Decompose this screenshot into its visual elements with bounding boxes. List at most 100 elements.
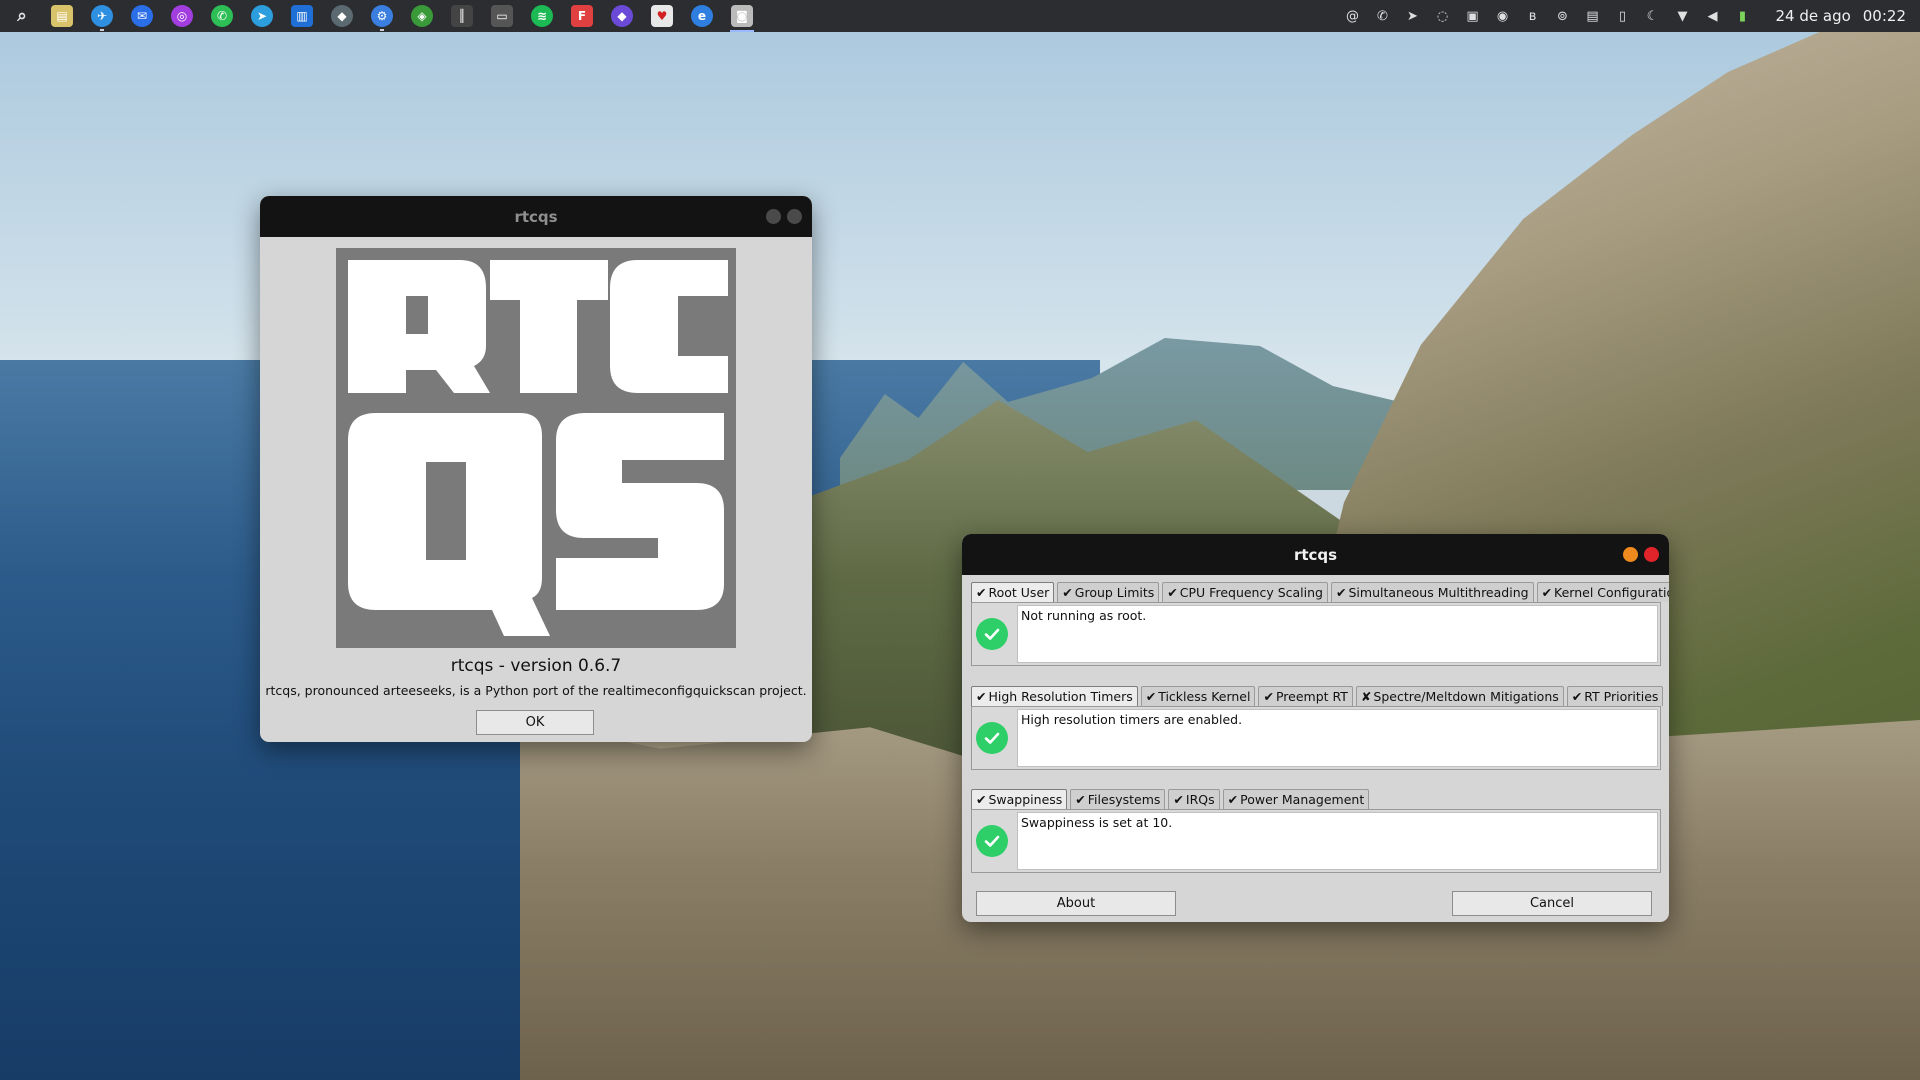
browser-icon: ✈ bbox=[91, 5, 113, 27]
rtcqs-icon: ◙ bbox=[731, 5, 753, 27]
about-button[interactable]: About bbox=[976, 891, 1176, 916]
tab-label: Group Limits bbox=[1074, 585, 1155, 600]
minimize-button[interactable] bbox=[1623, 547, 1638, 562]
wifi-icon[interactable]: ▼ bbox=[1672, 5, 1694, 27]
podcast-icon: ◎ bbox=[171, 5, 193, 27]
clock-date[interactable]: 24 de ago bbox=[1776, 7, 1851, 25]
launcher-gamepad[interactable]: ▭ bbox=[486, 0, 518, 32]
check-message: Not running as root. bbox=[1017, 605, 1658, 663]
launcher-cards[interactable]: ♥ bbox=[646, 0, 678, 32]
edge-icon: e bbox=[691, 5, 713, 27]
tab-group-limits[interactable]: ✔ Group Limits bbox=[1057, 582, 1160, 602]
telegram-icon[interactable]: ➤ bbox=[1402, 5, 1424, 27]
launcher-spotify[interactable]: ≋ bbox=[526, 0, 558, 32]
tab-label: CPU Frequency Scaling bbox=[1179, 585, 1323, 600]
check-tabs: ✔ Swappiness ✔ Filesystems ✔ IRQs ✔ Power Manag… bbox=[971, 789, 1661, 809]
check-mark-icon: ✔ bbox=[1173, 792, 1184, 807]
tab-rt-priorities[interactable]: ✔ RT Priorities bbox=[1566, 686, 1664, 706]
check-group: ✔ Swappiness ✔ Filesystems ✔ IRQs ✔ Power Manag… bbox=[971, 789, 1661, 873]
launcher-brave[interactable]: ◈ bbox=[406, 0, 438, 32]
tab-kernel-configuration[interactable]: ✔Kernel Configuration bbox=[1536, 582, 1669, 602]
tab-high-resolution-timers[interactable]: ✔ High Resolution Timers bbox=[971, 686, 1138, 706]
launcher-search[interactable]: ⌕ bbox=[6, 0, 38, 32]
launcher-trello[interactable]: ▥ bbox=[286, 0, 318, 32]
bluetooth-icon[interactable]: ʙ bbox=[1522, 5, 1544, 27]
cancel-button[interactable]: Cancel bbox=[1452, 891, 1652, 916]
check-tabs: ✔ Root User ✔ Group Limits ✔ CPU Frequency Sc… bbox=[971, 582, 1669, 602]
check-mark-icon: ✔ bbox=[1227, 792, 1239, 807]
system-tray: @ ✆ ➤ ◌ ▣ ◉ ʙ ⊚ ▤ ▯ ☾ ▼ ◀ ▮ 24 de ago 00:22 bbox=[1334, 0, 1920, 32]
ardour-icon: ║ bbox=[451, 5, 473, 27]
check-mark-icon: ✔ bbox=[976, 689, 987, 704]
tab-spectre-meltdown-mitigations[interactable]: ✘ Spectre/Meltdown Mitigations bbox=[1355, 686, 1564, 706]
battery-icon[interactable]: ▮ bbox=[1732, 5, 1754, 27]
tab-label: Preempt RT bbox=[1275, 689, 1348, 704]
launcher-rtcqs[interactable]: ◙ bbox=[726, 0, 758, 32]
trello-icon: ▥ bbox=[291, 5, 313, 27]
night-light-icon[interactable]: ☾ bbox=[1642, 5, 1664, 27]
tab-simultaneous-multithreading[interactable]: ✔ Simultaneous Multithreading bbox=[1331, 582, 1534, 602]
tab-label: Power Management bbox=[1240, 792, 1365, 807]
close-button[interactable] bbox=[1644, 547, 1659, 562]
launcher-files[interactable]: ▤ bbox=[46, 0, 78, 32]
vpn-icon[interactable]: ⊚ bbox=[1552, 5, 1574, 27]
tray-icons: @ ✆ ➤ ◌ ▣ ◉ ʙ ⊚ ▤ ▯ ☾ ▼ ◀ ▮ bbox=[1334, 5, 1754, 27]
launcher-inkscape[interactable]: ◆ bbox=[326, 0, 358, 32]
check-message: Swappiness is set at 10. bbox=[1017, 812, 1658, 870]
about-window-title: rtcqs bbox=[514, 207, 558, 226]
check-group: ✔ High Resolution Timers ✔ Tickless Kernel ✔… bbox=[971, 686, 1664, 770]
rtcqs-logo bbox=[336, 248, 736, 648]
cross-mark-icon: ✘ bbox=[1360, 689, 1372, 704]
launcher-steam[interactable]: ⚙ bbox=[366, 0, 398, 32]
launcher-whatsapp[interactable]: ✆ bbox=[206, 0, 238, 32]
tab-label: Simultaneous Multithreading bbox=[1348, 585, 1529, 600]
launcher-podcast[interactable]: ◎ bbox=[166, 0, 198, 32]
clock-time[interactable]: 00:22 bbox=[1863, 7, 1906, 25]
launcher-browser[interactable]: ✈ bbox=[86, 0, 118, 32]
drive-icon[interactable]: ▣ bbox=[1462, 5, 1484, 27]
launcher-ardour[interactable]: ║ bbox=[446, 0, 478, 32]
tab-label: Swappiness bbox=[988, 792, 1063, 807]
sync-icon[interactable]: ◌ bbox=[1432, 5, 1454, 27]
launcher-edge[interactable]: e bbox=[686, 0, 718, 32]
check-mark-icon: ✔ bbox=[1571, 689, 1583, 704]
check-mark-icon: ✔ bbox=[1336, 585, 1347, 600]
volume-icon[interactable]: ◀ bbox=[1702, 5, 1724, 27]
launcher-thunderbird[interactable]: ✉ bbox=[126, 0, 158, 32]
gamepad-icon: ▭ bbox=[491, 5, 513, 27]
launcher-telegram[interactable]: ➤ bbox=[246, 0, 278, 32]
tab-label: RT Priorities bbox=[1584, 689, 1659, 704]
tab-label: High Resolution Timers bbox=[988, 689, 1133, 704]
tab-power-management[interactable]: ✔ Power Management bbox=[1222, 789, 1370, 809]
check-mark-icon: ✔ bbox=[1145, 689, 1157, 704]
tab-filesystems[interactable]: ✔ Filesystems bbox=[1070, 789, 1166, 809]
tab-swappiness[interactable]: ✔ Swappiness bbox=[971, 789, 1068, 809]
check-panel: Not running as root. bbox=[971, 602, 1661, 666]
notes-icon[interactable]: ▤ bbox=[1582, 5, 1604, 27]
at-icon[interactable]: @ bbox=[1342, 5, 1364, 27]
tab-preempt-rt[interactable]: ✔ Preempt RT bbox=[1258, 686, 1353, 706]
whatsapp-icon[interactable]: ✆ bbox=[1372, 5, 1394, 27]
phone-icon[interactable]: ▯ bbox=[1612, 5, 1634, 27]
launcher-devtools[interactable]: ◆ bbox=[606, 0, 638, 32]
close-button[interactable] bbox=[787, 209, 802, 224]
tab-irqs[interactable]: ✔ IRQs bbox=[1168, 789, 1220, 809]
about-titlebar[interactable]: rtcqs bbox=[260, 196, 812, 237]
minimize-button[interactable] bbox=[766, 209, 781, 224]
flathub-icon: F bbox=[571, 5, 593, 27]
check-tabs: ✔ High Resolution Timers ✔ Tickless Kernel ✔… bbox=[971, 686, 1664, 706]
ok-button[interactable]: OK bbox=[476, 710, 594, 735]
check-ok-icon bbox=[976, 825, 1008, 857]
check-group: ✔ Root User ✔ Group Limits ✔ CPU Frequency Sc… bbox=[971, 582, 1669, 666]
launcher-flathub[interactable]: F bbox=[566, 0, 598, 32]
mail-icon[interactable]: ◉ bbox=[1492, 5, 1514, 27]
tab-label: Root User bbox=[988, 585, 1050, 600]
checks-titlebar[interactable]: rtcqs bbox=[962, 534, 1669, 575]
tab-label: Kernel Configuration bbox=[1554, 585, 1669, 600]
check-mark-icon: ✔ bbox=[1167, 585, 1178, 600]
app-launchers: ⌕ ▤ ✈ ✉ ◎ ✆ ➤ ▥ ◆ ⚙ ◈ ║ ▭ ≋ F ◆ ♥ e ◙ bbox=[0, 0, 766, 32]
tab-root-user[interactable]: ✔ Root User bbox=[971, 582, 1055, 602]
steam-icon: ⚙ bbox=[371, 5, 393, 27]
tab-tickless-kernel[interactable]: ✔ Tickless Kernel bbox=[1140, 686, 1256, 706]
tab-cpu-frequency-scaling[interactable]: ✔ CPU Frequency Scaling bbox=[1162, 582, 1328, 602]
